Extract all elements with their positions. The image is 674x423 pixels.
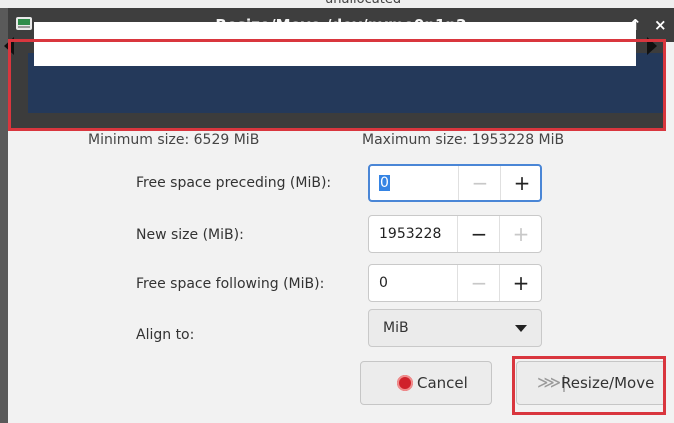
- partition-used-area: [34, 22, 636, 66]
- background-window-title: unallocated: [0, 0, 674, 8]
- new-size-spinner[interactable]: 1953228 − +: [368, 215, 542, 253]
- maximum-size-label: Maximum size: 1953228 MiB: [362, 132, 565, 148]
- left-resize-handle-icon[interactable]: [4, 37, 14, 55]
- free-space-following-increment-button[interactable]: +: [499, 265, 542, 301]
- new-size-increment-button[interactable]: +: [499, 216, 542, 252]
- new-size-input[interactable]: 1953228: [379, 226, 441, 242]
- free-space-preceding-label: Free space preceding (MiB):: [136, 175, 332, 191]
- free-space-preceding-decrement-button[interactable]: −: [458, 166, 501, 200]
- align-to-dropdown[interactable]: MiB: [368, 309, 542, 347]
- free-space-preceding-spinner[interactable]: 0 − +: [368, 164, 542, 202]
- new-size-decrement-button[interactable]: −: [457, 216, 500, 252]
- free-space-following-decrement-button[interactable]: −: [457, 265, 500, 301]
- free-space-following-input[interactable]: 0: [379, 275, 388, 291]
- free-space-preceding-input[interactable]: 0: [379, 175, 390, 191]
- cancel-stop-icon: [397, 375, 413, 391]
- resize-move-button-label: Resize/Move: [561, 374, 655, 392]
- new-size-label: New size (MiB):: [136, 227, 244, 243]
- free-space-following-spinner[interactable]: 0 − +: [368, 264, 542, 302]
- chevron-down-icon: [515, 325, 527, 332]
- cancel-button[interactable]: Cancel: [360, 361, 492, 405]
- align-to-label: Align to:: [136, 327, 195, 343]
- free-space-following-label: Free space following (MiB):: [136, 276, 325, 292]
- background-title-text: unallocated: [325, 0, 401, 7]
- resize-move-button[interactable]: ⋙| Resize/Move: [516, 361, 666, 405]
- align-to-selected-value: MiB: [383, 320, 409, 336]
- minimum-size-label: Minimum size: 6529 MiB: [88, 132, 260, 148]
- free-space-preceding-increment-button[interactable]: +: [500, 166, 543, 200]
- cancel-button-label: Cancel: [417, 374, 468, 392]
- right-resize-handle-icon[interactable]: [647, 37, 657, 55]
